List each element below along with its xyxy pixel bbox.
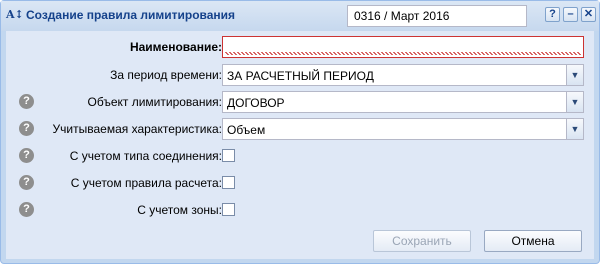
chevron-down-icon[interactable]: ▼ [566, 119, 583, 139]
help-icon[interactable]: ? [19, 175, 34, 190]
zone-row: ? С учетом зоны: [6, 199, 594, 221]
characteristic-row: ? Учитываемая характеристика: Объем ▼ [6, 118, 594, 140]
name-input[interactable] [222, 36, 584, 58]
help-icon[interactable]: ? [19, 148, 34, 163]
zone-checkbox[interactable] [222, 203, 235, 216]
object-row: ? Объект лимитирования: ДОГОВОР ▼ [6, 91, 594, 113]
dialog-titlebar[interactable]: A↕ Создание правила лимитирования 0316 /… [1, 1, 599, 31]
calc-rule-row: ? С учетом правила расчета: [6, 172, 594, 194]
characteristic-label: Учитываемая характеристика: [52, 122, 222, 136]
period-combo-value: ЗА РАСЧЕТНЫЙ ПЕРИОД [227, 69, 374, 83]
calc-rule-checkbox[interactable] [222, 176, 235, 189]
name-row: Наименование: [6, 36, 594, 58]
name-label: Наименование: [129, 40, 222, 54]
period-display: 0316 / Март 2016 [347, 5, 527, 27]
save-button[interactable]: Сохранить [373, 230, 471, 252]
connection-type-label: С учетом типа соединения: [69, 149, 222, 163]
limit-rule-dialog: A↕ Создание правила лимитирования 0316 /… [0, 0, 600, 264]
close-button[interactable]: ✕ [581, 7, 596, 22]
chevron-down-icon[interactable]: ▼ [566, 65, 583, 85]
invalid-underline [225, 52, 581, 55]
connection-type-row: ? С учетом типа соединения: [6, 145, 594, 167]
period-row: За период времени: ЗА РАСЧЕТНЫЙ ПЕРИОД ▼ [6, 64, 594, 86]
form-panel: Наименование: За период времени: ЗА РАСЧ… [6, 31, 594, 259]
object-label: Объект лимитирования: [87, 95, 222, 109]
characteristic-combo-value: Объем [227, 123, 266, 137]
object-combo[interactable]: ДОГОВОР ▼ [222, 91, 584, 113]
cancel-button[interactable]: Отмена [484, 230, 582, 252]
app-icon: A↕ [6, 8, 24, 21]
period-combo[interactable]: ЗА РАСЧЕТНЫЙ ПЕРИОД ▼ [222, 64, 584, 86]
help-icon[interactable]: ? [19, 121, 34, 136]
period-label: За период времени: [110, 68, 222, 82]
characteristic-combo[interactable]: Объем ▼ [222, 118, 584, 140]
connection-type-checkbox[interactable] [222, 149, 235, 162]
object-combo-value: ДОГОВОР [227, 96, 285, 110]
calc-rule-label: С учетом правила расчета: [70, 176, 222, 190]
help-icon[interactable]: ? [19, 202, 34, 217]
chevron-down-icon[interactable]: ▼ [566, 92, 583, 112]
dialog-title: Создание правила лимитирования [26, 8, 236, 22]
zone-label: С учетом зоны: [137, 203, 222, 217]
help-icon[interactable]: ? [19, 94, 34, 109]
minimize-button[interactable]: – [563, 7, 578, 22]
help-button[interactable]: ? [545, 7, 560, 22]
